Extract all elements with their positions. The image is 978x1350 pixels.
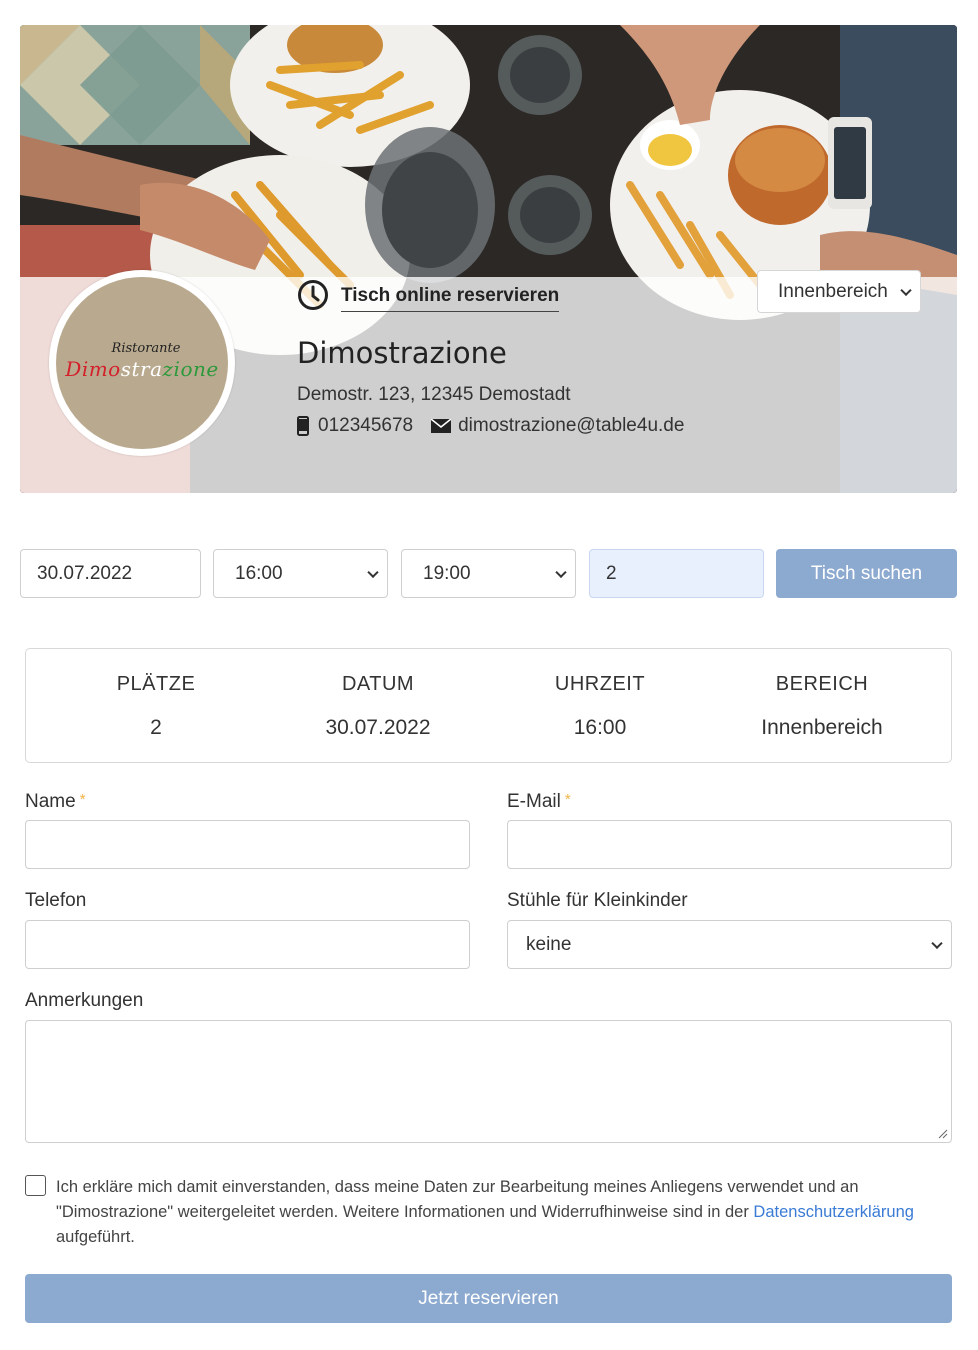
phone-field[interactable] xyxy=(25,920,470,969)
email-label: E-Mail * xyxy=(507,791,571,812)
restaurant-logo: Ristorante Dimostrazione xyxy=(49,270,235,456)
summary-value: Innenbereich xyxy=(761,716,883,739)
search-table-button[interactable]: Tisch suchen xyxy=(776,549,957,598)
logo-disc: Ristorante Dimostrazione xyxy=(56,277,228,449)
chevron-down-icon xyxy=(555,566,567,578)
time-from-value: 16:00 xyxy=(235,562,283,584)
date-value: 30.07.2022 xyxy=(37,562,133,584)
consent-checkbox[interactable] xyxy=(25,1175,46,1196)
restaurant-phone[interactable]: 012345678 xyxy=(318,415,413,437)
email-field[interactable] xyxy=(507,820,952,869)
summary-label: DATUM xyxy=(341,673,415,695)
highchairs-value: keine xyxy=(526,933,572,955)
chevron-down-icon xyxy=(367,566,379,578)
area-select[interactable]: Innenbereich xyxy=(757,270,921,313)
restaurant-address: Demostr. 123, 12345 Demostadt xyxy=(297,384,571,405)
date-input[interactable]: 30.07.2022 xyxy=(20,549,201,598)
reservation-summary: PLÄTZE 2 DATUM 30.07.2022 UHRZEIT 16:00 … xyxy=(25,648,952,763)
name-label: Name * xyxy=(25,791,86,812)
logo-small-text: Ristorante xyxy=(111,341,181,356)
mail-icon xyxy=(431,419,452,433)
time-from-select[interactable]: 16:00 xyxy=(213,549,388,598)
summary-label: BEREICH xyxy=(775,673,869,695)
required-mark: * xyxy=(79,791,86,808)
persons-value: 2 xyxy=(606,562,617,584)
summary-label: PLÄTZE xyxy=(116,673,196,695)
notes-label: Anmerkungen xyxy=(25,990,144,1011)
logo-big-text: Dimostrazione xyxy=(65,357,219,381)
chevron-down-icon xyxy=(931,937,943,949)
phone-icon xyxy=(297,416,309,436)
time-to-select[interactable]: 19:00 xyxy=(401,549,576,598)
summary-value: 30.07.2022 xyxy=(325,716,431,739)
privacy-policy-link[interactable]: Datenschutzerklärung xyxy=(753,1203,914,1221)
clock-icon xyxy=(298,280,328,310)
name-field[interactable] xyxy=(25,820,470,869)
restaurant-email[interactable]: dimostrazione@table4u.de xyxy=(458,415,684,437)
highchairs-label: Stühle für Kleinkinder xyxy=(507,890,688,911)
highchairs-select[interactable]: keine xyxy=(507,920,952,969)
persons-input[interactable]: 2 xyxy=(589,549,764,598)
summary-value: 16:00 xyxy=(573,716,627,739)
chevron-down-icon xyxy=(900,284,912,296)
summary-label: UHRZEIT xyxy=(554,673,646,695)
restaurant-name: Dimostrazione xyxy=(297,336,507,370)
contact-row: 012345678 dimostrazione@table4u.de xyxy=(297,415,684,437)
time-to-value: 19:00 xyxy=(423,562,471,584)
summary-value: 2 xyxy=(150,716,162,739)
required-mark: * xyxy=(564,791,571,808)
reserve-online-label[interactable]: Tisch online reservieren xyxy=(341,285,560,312)
reserve-online-link[interactable]: Tisch online reservieren xyxy=(297,278,560,312)
submit-reservation-button[interactable]: Jetzt reservieren xyxy=(25,1274,952,1323)
consent-text: Ich erkläre mich damit einverstanden, da… xyxy=(56,1178,914,1246)
area-select-value: Innenbereich xyxy=(778,280,888,302)
phone-label: Telefon xyxy=(25,890,87,911)
resize-grip-icon[interactable] xyxy=(938,1129,948,1139)
notes-textarea[interactable] xyxy=(25,1020,952,1143)
